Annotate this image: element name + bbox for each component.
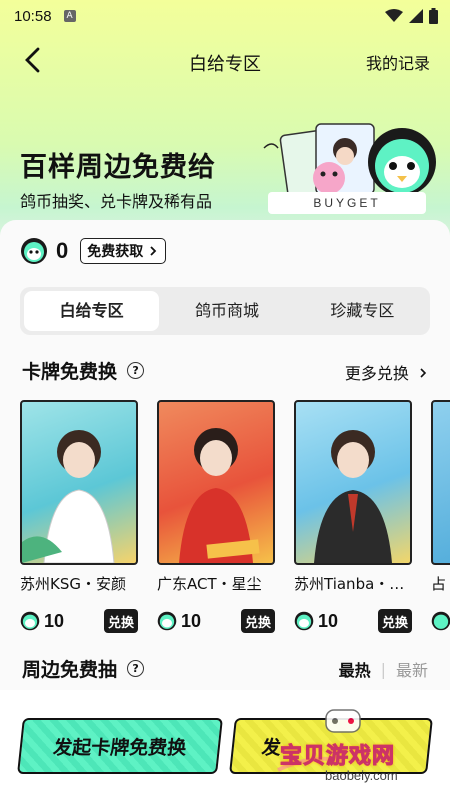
card-name: 苏州Tianba・… <box>294 575 405 593</box>
card-price: 10 <box>294 611 338 632</box>
wallet-row: 0 免费获取 <box>20 236 167 266</box>
pigeon-coin-icon <box>294 611 314 631</box>
hero-title: 百样周边免费给 <box>20 152 216 183</box>
battery-icon <box>429 8 438 24</box>
cards-section-title: 卡牌免费换 <box>20 357 120 384</box>
more-redeem-link[interactable]: 更多兑换 <box>345 360 428 384</box>
free-get-label: 免费获取 <box>87 244 144 260</box>
card-name: 占 <box>431 575 447 593</box>
hero-subtitle: 鸽币抽奖、兑卡牌及稀有品 <box>20 192 213 211</box>
redeem-button[interactable]: 兑换 <box>104 609 138 633</box>
status-icons <box>385 8 438 24</box>
sort-options: 最热 | 最新 <box>339 657 428 681</box>
merch-section-title: 周边免费抽 <box>20 655 120 682</box>
chevron-right-icon <box>420 368 427 378</box>
sort-divider: | <box>380 659 386 679</box>
notification-a-icon: A <box>63 10 76 22</box>
card-footer: 10 兑换 <box>157 609 275 633</box>
segment-tabs: 白给专区 鸽币商城 珍藏专区 <box>20 287 430 335</box>
card-item[interactable]: 苏州KSG・安颜 10 兑换 <box>20 400 138 633</box>
chevron-right-icon <box>150 246 157 256</box>
card-image <box>294 400 412 565</box>
status-time: 10:58 <box>14 7 52 25</box>
help-icon[interactable]: ? <box>127 659 145 677</box>
nav-bar: 白给专区 我的记录 <box>0 38 450 82</box>
cards-section-header: 卡牌免费换 ? <box>20 356 145 384</box>
player-portrait <box>314 430 392 563</box>
card-footer <box>431 609 450 633</box>
watermark-text: 宝贝游戏网 <box>279 744 396 770</box>
player-portrait <box>22 430 115 563</box>
card-price <box>431 611 450 631</box>
watermark-url: baobeiy.com <box>325 768 398 783</box>
tab-coin-mall[interactable]: 鸽币商城 <box>159 291 294 331</box>
tab-free-zone[interactable]: 白给专区 <box>24 291 160 331</box>
pigeon-coin-icon <box>431 611 450 631</box>
more-redeem-label: 更多兑换 <box>344 364 409 383</box>
card-item[interactable]: 苏州Tianba・… 10 兑换 <box>294 400 412 633</box>
card-price-value: 10 <box>318 610 339 631</box>
coin-balance: 0 <box>56 238 69 263</box>
card-name: 广东ACT・星尘 <box>157 575 262 593</box>
card-footer: 10 兑换 <box>294 609 412 633</box>
signal-icon <box>409 9 423 23</box>
card-price: 10 <box>20 611 64 632</box>
wifi-icon <box>385 9 403 22</box>
card-name: 苏州KSG・安颜 <box>20 575 126 593</box>
card-image <box>431 400 450 565</box>
card-image <box>157 400 275 565</box>
card-price-value: 10 <box>181 610 202 631</box>
card-image <box>20 400 138 565</box>
start-card-exchange-button[interactable]: 发起卡牌免费换 <box>17 718 223 774</box>
status-bar: 10:58 A <box>0 0 450 32</box>
redeem-button[interactable]: 兑换 <box>378 609 412 633</box>
card-price: 10 <box>157 611 201 632</box>
brand-badge: BUYGET <box>268 192 426 214</box>
my-record-link[interactable]: 我的记录 <box>366 50 430 74</box>
player-portrait <box>179 428 260 563</box>
redeem-button[interactable]: 兑换 <box>241 609 275 633</box>
sort-new[interactable]: 最新 <box>396 657 428 681</box>
merch-section-header: 周边免费抽 ? <box>20 654 145 682</box>
card-footer: 10 兑换 <box>20 609 138 633</box>
sort-hot[interactable]: 最热 <box>339 657 371 681</box>
card-item[interactable]: 占 <box>431 400 450 633</box>
pigeon-coin-icon <box>20 611 40 631</box>
tab-collection[interactable]: 珍藏专区 <box>295 291 430 331</box>
help-icon[interactable]: ? <box>127 361 145 379</box>
free-get-button[interactable]: 免费获取 <box>80 238 167 264</box>
pigeon-coin-icon <box>157 611 177 631</box>
card-list: 苏州KSG・安颜 10 兑换 广东ACT・星尘 10 兑换 苏州Tianba・…… <box>20 400 450 640</box>
pigeon-coin-icon <box>21 238 47 264</box>
card-item[interactable]: 广东ACT・星尘 10 兑换 <box>157 400 275 633</box>
card-price-value: 10 <box>44 610 65 631</box>
